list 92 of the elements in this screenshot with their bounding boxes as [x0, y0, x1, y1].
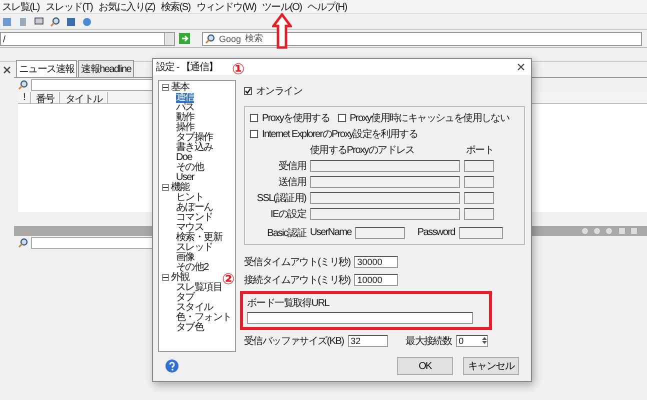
input-field[interactable]: 30000 — [354, 256, 398, 268]
column-header: ポート — [466, 144, 494, 157]
dialog-title: 設定 - 【通信】 — [156, 60, 218, 74]
tree-item[interactable]: タブ色 — [176, 322, 204, 333]
field-label: Password — [417, 227, 455, 238]
tree-item[interactable]: コマンド — [176, 212, 213, 223]
step-marker: ② — [222, 272, 235, 287]
input-field[interactable] — [458, 226, 503, 239]
help-icon[interactable] — [165, 359, 179, 374]
input-field[interactable] — [310, 160, 460, 172]
input-field[interactable] — [464, 176, 494, 188]
ok-button[interactable]: OK — [397, 357, 453, 376]
field-label: 最大接続数 — [406, 334, 452, 348]
tree-item[interactable]: タブ操作 — [176, 132, 213, 143]
input-field[interactable] — [464, 208, 494, 220]
field-label: Basic認証 — [266, 226, 306, 240]
field-label: 受信タイムアウト(ミリ秒) — [244, 256, 350, 269]
search-icon[interactable] — [18, 238, 28, 248]
tree-item[interactable]: その他2 — [176, 262, 208, 273]
menu-item[interactable]: スレッド(T) — [45, 0, 93, 14]
search-field[interactable]: Goog 検索 — [202, 32, 642, 46]
input-field[interactable] — [464, 192, 494, 204]
tree-item[interactable]: スレ覧項目 — [176, 282, 222, 293]
input-field[interactable] — [310, 176, 460, 188]
tree-item[interactable]: 画像 — [176, 252, 194, 263]
column-header: 使用するProxyのアドレス — [310, 144, 416, 157]
field-label: 接続タイムアウト(ミリ秒) — [244, 274, 350, 287]
field-label: SSL(認証用) — [256, 192, 306, 205]
input-field[interactable]: 10000 — [354, 274, 398, 286]
field-label: 送信用 — [277, 176, 306, 189]
menu-item[interactable]: ヘルプ(H) — [308, 0, 347, 14]
tree-item[interactable]: 機能 — [171, 182, 190, 193]
input-field[interactable]: 32 — [348, 334, 388, 347]
input-field[interactable] — [310, 208, 460, 220]
checkbox[interactable] — [244, 86, 252, 95]
spin-field[interactable]: 0 — [456, 334, 488, 347]
address-field[interactable]: / — [0, 32, 175, 46]
checkbox[interactable] — [250, 114, 258, 122]
field-label: 受信用 — [277, 160, 306, 173]
tree-item[interactable]: 検索・更新 — [176, 232, 222, 243]
tree-item[interactable]: 書き込み — [176, 142, 213, 153]
close-icon[interactable] — [3, 66, 11, 74]
checkbox-label: オンライン — [256, 84, 302, 98]
menu-item[interactable]: 検索(S) — [160, 0, 190, 14]
menu-item[interactable]: スレ覧(L) — [2, 0, 40, 14]
input-field[interactable] — [464, 160, 494, 172]
collapse-icon[interactable] — [162, 184, 169, 192]
tree-item[interactable]: 基本 — [171, 82, 190, 93]
cancel-button[interactable]: キャンセル — [463, 357, 519, 376]
tree-item[interactable]: スタイル — [176, 302, 213, 313]
checkbox-label: Internet ExplorerのProxy設定を利用する — [262, 128, 418, 141]
checkbox-label: Proxyを使用する — [262, 112, 330, 125]
tab[interactable]: ニュース速報 — [16, 60, 78, 77]
url-field[interactable] — [247, 312, 473, 324]
tree-item[interactable]: 操作 — [176, 122, 194, 133]
search-icon[interactable] — [50, 16, 60, 26]
collapse-icon[interactable] — [162, 274, 169, 282]
field-label: UserName — [310, 227, 352, 238]
input-field[interactable] — [355, 226, 406, 239]
search-icon — [205, 34, 215, 44]
tree-item[interactable]: その他 — [176, 162, 204, 173]
menu-item[interactable]: お気に入り(Z) — [98, 0, 155, 14]
tree-item[interactable]: パス — [176, 102, 194, 113]
tree-item[interactable]: User — [176, 172, 194, 183]
close-icon[interactable] — [517, 62, 525, 71]
step-marker: ① — [232, 62, 245, 77]
checkbox-label: Proxy使用時にキャッシュを使用しない — [350, 112, 510, 125]
input-field[interactable] — [310, 192, 460, 204]
search-icon[interactable] — [18, 80, 28, 90]
menu-item[interactable]: ツール(O) — [262, 0, 302, 14]
tree-item[interactable]: Doe — [176, 152, 192, 163]
go-icon[interactable] — [179, 33, 190, 44]
tree-item[interactable]: スレッド — [176, 242, 213, 253]
tree-item[interactable]: ヒント — [176, 192, 204, 203]
collapse-icon[interactable] — [162, 84, 169, 92]
checkbox[interactable] — [250, 130, 258, 138]
spin-arrows-icon[interactable] — [482, 336, 487, 346]
tree-item[interactable]: あぼーん — [176, 202, 213, 213]
checkbox[interactable] — [338, 114, 346, 122]
tab[interactable]: 速報headline — [78, 60, 134, 77]
column-header[interactable]: 番号 — [30, 92, 60, 103]
field-label: 受信バッファサイズ(KB) — [244, 334, 344, 348]
tree-item[interactable]: マウス — [176, 222, 204, 233]
tree-item[interactable]: 色・フォント — [176, 312, 232, 323]
column-header[interactable]: ! — [18, 92, 31, 103]
field-label: ボード一覧取得URL — [247, 296, 330, 310]
menu-item[interactable]: ウィンドウ(W) — [196, 0, 256, 14]
tree-item[interactable]: 外観 — [171, 272, 190, 283]
field-label: IEの設定 — [270, 208, 306, 221]
tree-item[interactable]: タブ — [176, 292, 194, 303]
tree-item[interactable]: 動作 — [176, 112, 194, 123]
column-header[interactable]: タイトル — [60, 92, 108, 103]
